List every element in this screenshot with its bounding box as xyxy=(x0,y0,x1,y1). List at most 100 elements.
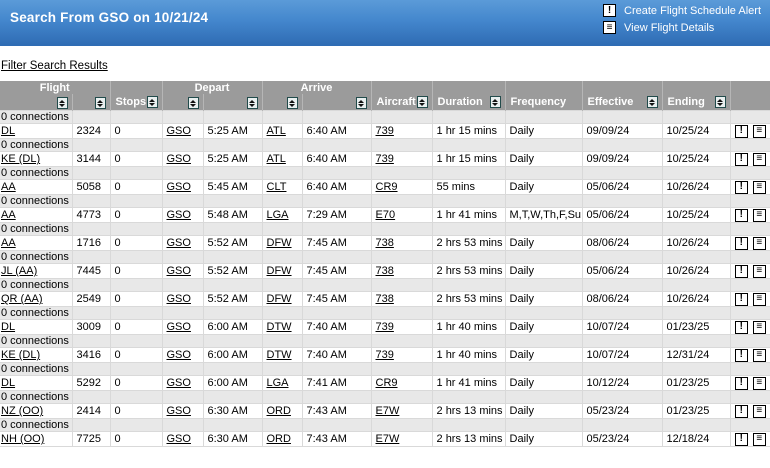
row-details-icon[interactable]: ≡ xyxy=(753,209,766,222)
header-links: ! Create Flight Schedule Alert ≡ View Fl… xyxy=(603,4,761,34)
arrive-airport-link[interactable]: ATL xyxy=(267,125,286,137)
stops-value: 0 xyxy=(110,180,162,195)
row-details-icon[interactable]: ≡ xyxy=(753,265,766,278)
depart-airport-link[interactable]: GSO xyxy=(167,209,191,221)
airline-link[interactable]: DL xyxy=(1,321,15,333)
row-details-icon[interactable]: ≡ xyxy=(753,377,766,390)
depart-airport-link[interactable]: GSO xyxy=(167,405,191,417)
depart-airport-link[interactable]: GSO xyxy=(167,293,191,305)
sort-icon[interactable] xyxy=(147,96,158,108)
row-alert-icon[interactable]: ! xyxy=(735,237,748,250)
airline-link[interactable]: AA xyxy=(1,237,16,249)
arrive-airport-link[interactable]: LGA xyxy=(267,377,289,389)
ending-date: 10/26/24 xyxy=(662,180,730,195)
row-alert-icon[interactable]: ! xyxy=(735,433,748,446)
airline-link[interactable]: AA xyxy=(1,209,16,221)
ending-date: 10/26/24 xyxy=(662,292,730,307)
arrive-airport-link[interactable]: CLT xyxy=(267,181,287,193)
row-alert-icon[interactable]: ! xyxy=(735,321,748,334)
arrive-airport-link[interactable]: ORD xyxy=(267,405,291,417)
row-details-icon[interactable]: ≡ xyxy=(753,237,766,250)
arrive-time: 7:45 AM xyxy=(302,236,371,251)
depart-airport-link[interactable]: GSO xyxy=(167,433,191,445)
aircraft-link[interactable]: 738 xyxy=(376,237,394,249)
sort-icon[interactable] xyxy=(188,97,199,109)
aircraft-link[interactable]: E70 xyxy=(376,209,396,221)
aircraft-link[interactable]: 739 xyxy=(376,125,394,137)
depart-time: 5:48 AM xyxy=(203,208,262,223)
airline-link[interactable]: KE (DL) xyxy=(1,349,40,361)
airline-link[interactable]: AA xyxy=(1,181,16,193)
depart-airport-link[interactable]: GSO xyxy=(167,265,191,277)
row-alert-icon[interactable]: ! xyxy=(735,377,748,390)
sort-icon[interactable] xyxy=(57,97,68,109)
sort-icon[interactable] xyxy=(715,96,726,108)
sort-icon[interactable] xyxy=(356,97,367,109)
row-alert-icon[interactable]: ! xyxy=(735,293,748,306)
aircraft-link[interactable]: 738 xyxy=(376,293,394,305)
create-flight-schedule-alert-link[interactable]: ! Create Flight Schedule Alert xyxy=(603,4,761,17)
row-alert-icon[interactable]: ! xyxy=(735,265,748,278)
depart-airport-link[interactable]: GSO xyxy=(167,349,191,361)
airline-link[interactable]: NH (OO) xyxy=(1,433,44,445)
arrive-airport-link[interactable]: LGA xyxy=(267,209,289,221)
arrive-airport-link[interactable]: ORD xyxy=(267,433,291,445)
sort-icon[interactable] xyxy=(247,97,258,109)
sort-icon[interactable] xyxy=(287,97,298,109)
row-alert-icon[interactable]: ! xyxy=(735,153,748,166)
sort-icon[interactable] xyxy=(647,96,658,108)
row-details-icon[interactable]: ≡ xyxy=(753,405,766,418)
aircraft-link[interactable]: CR9 xyxy=(376,181,398,193)
row-details-icon[interactable]: ≡ xyxy=(753,349,766,362)
arrive-airport-link[interactable]: DFW xyxy=(267,293,292,305)
row-details-icon[interactable]: ≡ xyxy=(753,181,766,194)
depart-airport-link[interactable]: GSO xyxy=(167,237,191,249)
airline-link[interactable]: DL xyxy=(1,125,15,137)
arrive-airport-link[interactable]: DFW xyxy=(267,237,292,249)
row-alert-icon[interactable]: ! xyxy=(735,209,748,222)
filter-search-results-link[interactable]: Filter Search Results xyxy=(1,60,108,72)
depart-airport-link[interactable]: GSO xyxy=(167,153,191,165)
airline-link[interactable]: QR (AA) xyxy=(1,293,43,305)
flight-row: KE (DL) 3144 0 GSO 5:25 AM ATL 6:40 AM 7… xyxy=(0,152,770,167)
arrive-airport-link[interactable]: DTW xyxy=(267,321,292,333)
row-details-icon[interactable]: ≡ xyxy=(753,433,766,446)
ending-date: 12/18/24 xyxy=(662,432,730,447)
view-flight-details-link[interactable]: ≡ View Flight Details xyxy=(603,21,714,34)
aircraft-link[interactable]: E7W xyxy=(376,433,400,445)
sort-icon[interactable] xyxy=(490,96,501,108)
airline-link[interactable]: NZ (OO) xyxy=(1,405,43,417)
arrive-airport-link[interactable]: DFW xyxy=(267,265,292,277)
aircraft-link[interactable]: CR9 xyxy=(376,377,398,389)
arrive-airport-link[interactable]: ATL xyxy=(267,153,286,165)
frequency-value: Daily xyxy=(505,180,582,195)
row-alert-icon[interactable]: ! xyxy=(735,349,748,362)
aircraft-link[interactable]: 739 xyxy=(376,349,394,361)
aircraft-link[interactable]: 739 xyxy=(376,153,394,165)
row-alert-icon[interactable]: ! xyxy=(735,181,748,194)
airline-link[interactable]: JL (AA) xyxy=(1,265,37,277)
aircraft-link[interactable]: 738 xyxy=(376,265,394,277)
row-details-icon[interactable]: ≡ xyxy=(753,125,766,138)
aircraft-link[interactable]: E7W xyxy=(376,405,400,417)
sort-icon[interactable] xyxy=(95,97,106,109)
aircraft-link[interactable]: 739 xyxy=(376,321,394,333)
depart-airport-link[interactable]: GSO xyxy=(167,377,191,389)
frequency-value: Daily xyxy=(505,264,582,279)
airline-link[interactable]: KE (DL) xyxy=(1,153,40,165)
arrive-airport-link[interactable]: DTW xyxy=(267,349,292,361)
page-header: Search From GSO on 10/21/24 ! Create Fli… xyxy=(0,0,770,46)
row-details-icon[interactable]: ≡ xyxy=(753,321,766,334)
sort-icon[interactable] xyxy=(417,96,428,108)
airline-link[interactable]: DL xyxy=(1,377,15,389)
row-alert-icon[interactable]: ! xyxy=(735,125,748,138)
row-alert-icon[interactable]: ! xyxy=(735,405,748,418)
frequency-value: Daily xyxy=(505,292,582,307)
depart-airport-link[interactable]: GSO xyxy=(167,321,191,333)
depart-airport-link[interactable]: GSO xyxy=(167,181,191,193)
depart-airport-link[interactable]: GSO xyxy=(167,125,191,137)
row-details-icon[interactable]: ≡ xyxy=(753,293,766,306)
ending-date: 12/31/24 xyxy=(662,348,730,363)
row-details-icon[interactable]: ≡ xyxy=(753,153,766,166)
flight-number: 1716 xyxy=(72,236,110,251)
